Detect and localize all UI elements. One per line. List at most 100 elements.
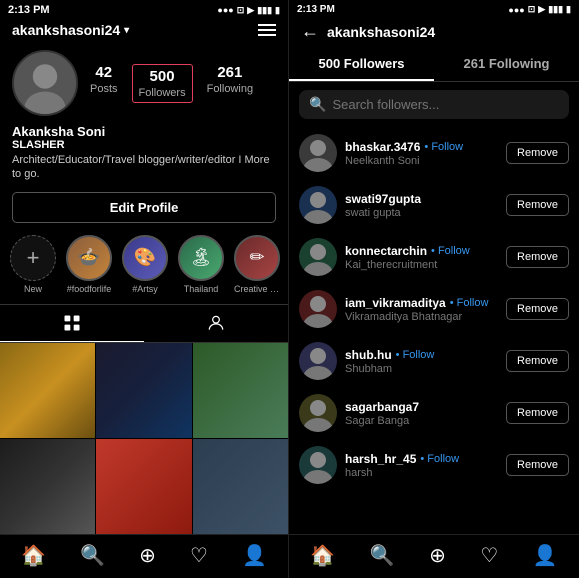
right-nav-like-icon[interactable]: ♡ bbox=[480, 543, 498, 568]
avatar bbox=[12, 50, 78, 116]
story-artsy[interactable]: 🎨 #Artsy bbox=[122, 235, 168, 294]
posts-label: Posts bbox=[90, 83, 118, 95]
tab-grid[interactable] bbox=[0, 305, 144, 342]
tab-tagged[interactable] bbox=[144, 305, 288, 342]
story-add[interactable]: + New bbox=[10, 235, 56, 294]
right-nav-profile-icon[interactable]: 👤 bbox=[533, 543, 558, 568]
photo-4[interactable] bbox=[0, 439, 95, 534]
follower-username[interactable]: konnectarchin bbox=[345, 244, 427, 258]
left-username-text: akankshasoni24 bbox=[12, 22, 120, 38]
follow-link[interactable]: • Follow bbox=[420, 453, 459, 465]
right-username-text: akankshasoni24 bbox=[327, 24, 435, 40]
story-thailand[interactable]: 🏝 Thailand bbox=[178, 235, 224, 294]
remove-button[interactable]: Remove bbox=[506, 454, 569, 476]
remove-button[interactable]: Remove bbox=[506, 402, 569, 424]
left-status-bar: 2:13 PM ●●● ⊡ ▶ ▮▮▮ ▮ bbox=[0, 0, 288, 18]
right-status-bar: 2:13 PM ●●● ⊡ ▶ ▮▮▮ ▮ bbox=[289, 0, 579, 17]
follower-realname: Kai_therecruitment bbox=[345, 259, 498, 271]
follow-link[interactable]: • Follow bbox=[396, 349, 435, 361]
search-followers-input[interactable] bbox=[332, 97, 559, 112]
right-panel: 2:13 PM ●●● ⊡ ▶ ▮▮▮ ▮ ← akankshasoni24 5… bbox=[289, 0, 579, 578]
photo-3[interactable] bbox=[193, 343, 288, 438]
remove-button[interactable]: Remove bbox=[506, 350, 569, 372]
right-nav-add-icon[interactable]: ⊕ bbox=[429, 543, 446, 568]
hamburger-menu-button[interactable] bbox=[258, 24, 276, 36]
tab-followers[interactable]: 500 Followers bbox=[289, 48, 434, 81]
search-bar: 🔍 bbox=[299, 90, 569, 119]
posts-count: 42 bbox=[95, 64, 112, 81]
tab-following[interactable]: 261 Following bbox=[434, 48, 579, 81]
follower-info: bhaskar.3476• FollowNeelkanth Soni bbox=[345, 140, 498, 167]
nav-search-icon[interactable]: 🔍 bbox=[80, 543, 105, 568]
follower-username[interactable]: harsh_hr_45 bbox=[345, 452, 416, 466]
follower-avatar[interactable] bbox=[299, 134, 337, 172]
search-icon: 🔍 bbox=[309, 96, 326, 113]
follower-username[interactable]: swati97gupta bbox=[345, 192, 421, 206]
story-circle-1: 🍲 bbox=[66, 235, 112, 281]
right-bottom-nav: 🏠 🔍 ⊕ ♡ 👤 bbox=[289, 534, 579, 578]
left-header: akankshasoni24 ▾ bbox=[0, 18, 288, 44]
story-label-3: Thailand bbox=[184, 284, 219, 294]
follower-realname: Shubham bbox=[345, 363, 498, 375]
right-nav-search-icon[interactable]: 🔍 bbox=[370, 543, 395, 568]
follower-avatar[interactable] bbox=[299, 186, 337, 224]
list-item: swati97guptaswati gupta Remove bbox=[289, 179, 579, 231]
follower-avatar[interactable] bbox=[299, 290, 337, 328]
follower-info: iam_vikramaditya • Follow Vikramaditya Bha… bbox=[345, 296, 498, 323]
follow-link[interactable]: • Follow bbox=[450, 297, 489, 309]
nav-like-icon[interactable]: ♡ bbox=[190, 543, 208, 568]
nav-home-icon[interactable]: 🏠 bbox=[21, 543, 46, 568]
follower-info: swati97guptaswati gupta bbox=[345, 192, 498, 219]
follower-realname: Vikramaditya Bhatnagar bbox=[345, 311, 498, 323]
profile-stats-row: 42 Posts 500 Followers 261 Following bbox=[0, 44, 288, 122]
list-item: iam_vikramaditya • Follow Vikramaditya Bha… bbox=[289, 283, 579, 335]
photo-1[interactable] bbox=[0, 343, 95, 438]
followers-following-tabs: 500 Followers 261 Following bbox=[289, 48, 579, 82]
followers-stat[interactable]: 500 Followers bbox=[132, 64, 193, 103]
story-label-2: #Artsy bbox=[132, 284, 158, 294]
profile-info: Akanksha Soni SLASHER Architect/Educator… bbox=[0, 122, 288, 186]
story-creativew[interactable]: ✏ Creative W... bbox=[234, 235, 280, 294]
remove-button[interactable]: Remove bbox=[506, 246, 569, 268]
right-status-icons: ●●● ⊡ ▶ ▮▮▮ ▮ bbox=[508, 4, 571, 15]
stories-row: + New 🍲 #foodforlife 🎨 #Artsy 🏝 Thailand… bbox=[0, 229, 288, 300]
follower-username[interactable]: bhaskar.3476 bbox=[345, 140, 420, 154]
story-foodforlife[interactable]: 🍲 #foodforlife bbox=[66, 235, 112, 294]
chevron-down-icon: ▾ bbox=[124, 25, 129, 36]
profile-name: Akanksha Soni bbox=[12, 124, 276, 139]
follower-info: sagarbanga7Sagar Banga bbox=[345, 400, 498, 427]
photo-6[interactable] bbox=[193, 439, 288, 534]
back-arrow-icon[interactable]: ← bbox=[301, 21, 319, 42]
remove-button[interactable]: Remove bbox=[506, 142, 569, 164]
photo-2[interactable] bbox=[96, 343, 191, 438]
edit-profile-button[interactable]: Edit Profile bbox=[12, 192, 276, 223]
story-circle-2: 🎨 bbox=[122, 235, 168, 281]
remove-button[interactable]: Remove bbox=[506, 298, 569, 320]
photo-grid bbox=[0, 343, 288, 534]
photo-5[interactable] bbox=[96, 439, 191, 534]
followers-list: bhaskar.3476• FollowNeelkanth SoniRemove… bbox=[289, 127, 579, 534]
follower-realname: harsh bbox=[345, 467, 498, 479]
stats-row: 42 Posts 500 Followers 261 Following bbox=[90, 64, 276, 103]
follower-avatar[interactable] bbox=[299, 446, 337, 484]
left-username-area[interactable]: akankshasoni24 ▾ bbox=[12, 22, 129, 38]
story-circle-4: ✏ bbox=[234, 235, 280, 281]
remove-button[interactable]: Remove bbox=[506, 194, 569, 216]
follower-username[interactable]: iam_vikramaditya bbox=[345, 296, 446, 310]
nav-add-icon[interactable]: ⊕ bbox=[139, 543, 156, 568]
follower-avatar[interactable] bbox=[299, 342, 337, 380]
follower-info: shub.hu • Follow Shubham bbox=[345, 348, 498, 375]
follower-avatar[interactable] bbox=[299, 238, 337, 276]
right-nav-home-icon[interactable]: 🏠 bbox=[310, 543, 335, 568]
story-circle-3: 🏝 bbox=[178, 235, 224, 281]
follower-username[interactable]: shub.hu bbox=[345, 348, 392, 362]
nav-profile-icon[interactable]: 👤 bbox=[242, 543, 267, 568]
story-label-1: #foodforlife bbox=[67, 284, 112, 294]
follower-realname: swati gupta bbox=[345, 207, 498, 219]
follower-avatar[interactable] bbox=[299, 394, 337, 432]
following-stat[interactable]: 261 Following bbox=[207, 64, 253, 103]
follow-link[interactable]: • Follow bbox=[431, 245, 470, 257]
follower-info: konnectarchin • Follow Kai_therecruitment bbox=[345, 244, 498, 271]
follow-link[interactable]: • Follow bbox=[424, 141, 463, 153]
follower-username[interactable]: sagarbanga7 bbox=[345, 400, 419, 414]
